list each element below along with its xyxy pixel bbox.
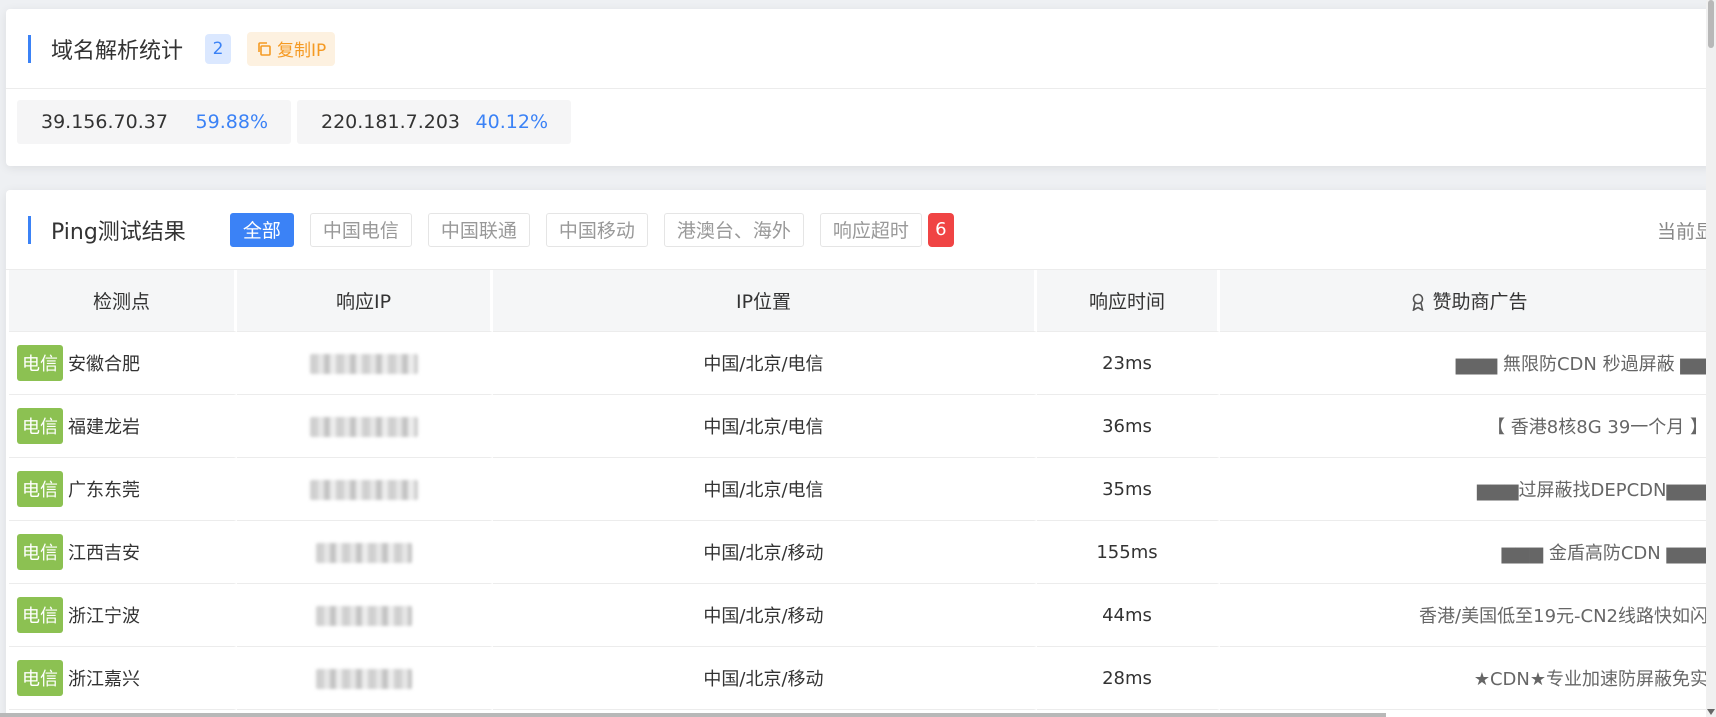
response-time-cell: 36ms <box>1037 395 1220 458</box>
node-cell: 电信 福建龙岩 <box>9 395 237 458</box>
node-cell: 电信 广东东莞 <box>9 458 237 521</box>
blurred-ip <box>309 353 418 374</box>
copy-ip-label: 复制IP <box>277 41 327 61</box>
node-cell: 电信 安徽合肥 <box>9 332 237 395</box>
ip-stat-item: 39.156.70.37 59.88% <box>17 100 291 144</box>
node-name: 广东东莞 <box>68 480 140 501</box>
tab-all[interactable]: 全部 <box>229 212 294 247</box>
sponsor-header-label: 赞助商广告 <box>1432 291 1528 313</box>
ping-results-header: Ping测试结果 全部 中国电信 中国联通 中国移动 港澳台、海外 响应超时 6… <box>6 190 1712 270</box>
copy-ip-button[interactable]: 复制IP <box>247 31 336 66</box>
node-cell: 电信 浙江宁波 <box>9 584 237 647</box>
header-accent-bar <box>28 215 31 244</box>
col-header-response-time: 响应时间 <box>1037 270 1220 332</box>
dns-stats-header: 域名解析统计 2 复制IP <box>6 9 1712 89</box>
ip-location-cell: 中国/北京/移动 <box>493 521 1037 584</box>
tab-timeout[interactable]: 响应超时 <box>819 212 922 247</box>
ip-location-cell: 中国/北京/电信 <box>493 395 1037 458</box>
sponsor-ad-link[interactable]: ★CDN★专业加速防屏蔽免实 <box>1220 647 1712 710</box>
response-ip-cell <box>237 647 493 710</box>
isp-tag: 电信 <box>17 471 63 507</box>
table-row: 电信 广东东莞 中国/北京/电信 35ms ▆▆▆过屏蔽找DEPCDN▆▆▆ <box>9 458 1712 521</box>
ip-stat-address: 39.156.70.37 <box>41 111 168 133</box>
copy-icon <box>258 41 271 56</box>
response-time-cell: 23ms <box>1037 332 1220 395</box>
isp-tag: 电信 <box>17 345 63 381</box>
award-icon <box>1412 293 1425 312</box>
response-ip-cell <box>237 332 493 395</box>
isp-tag: 电信 <box>17 597 63 633</box>
table-row: 电信 浙江嘉兴 中国/北京/移动 28ms ★CDN★专业加速防屏蔽免实 <box>9 647 1712 710</box>
timeout-count-badge: 6 <box>927 212 954 247</box>
tab-china-mobile[interactable]: 中国移动 <box>545 212 648 247</box>
response-ip-cell <box>237 521 493 584</box>
response-time-cell: 35ms <box>1037 458 1220 521</box>
dns-stats-title: 域名解析统计 <box>51 38 184 64</box>
ip-location-cell: 中国/北京/电信 <box>493 458 1037 521</box>
blurred-ip <box>309 479 418 500</box>
table-header-row: 检测点 响应IP IP位置 响应时间 赞助商广告 <box>9 270 1712 332</box>
ping-results-title: Ping测试结果 <box>51 219 186 245</box>
ping-results-table: 检测点 响应IP IP位置 响应时间 赞助商广告 电信 安徽合肥 中国/北京/电信… <box>9 270 1712 710</box>
response-ip-cell <box>237 395 493 458</box>
dns-count-badge: 2 <box>205 33 232 64</box>
response-time-cell: 155ms <box>1037 521 1220 584</box>
isp-tag: 电信 <box>17 534 63 570</box>
tab-china-telecom[interactable]: 中国电信 <box>309 212 412 247</box>
ip-stat-address: 220.181.7.203 <box>321 111 461 133</box>
blurred-ip <box>315 605 412 626</box>
col-header-response-ip: 响应IP <box>237 270 493 332</box>
response-ip-cell <box>237 584 493 647</box>
ip-location-cell: 中国/北京/移动 <box>493 647 1037 710</box>
vertical-scrollbar[interactable] <box>1706 0 1716 717</box>
node-name: 浙江嘉兴 <box>68 669 140 690</box>
response-time-cell: 44ms <box>1037 584 1220 647</box>
ip-stat-item: 220.181.7.203 40.12% <box>297 100 571 144</box>
node-cell: 电信 江西吉安 <box>9 521 237 584</box>
ip-stats-list: 39.156.70.37 59.88% 220.181.7.203 40.12% <box>6 89 1712 144</box>
node-cell: 电信 浙江嘉兴 <box>9 647 237 710</box>
sponsor-ad-link[interactable]: ▆▆▆ 無限防CDN 秒過屏蔽 ▆▆ <box>1220 332 1712 395</box>
blurred-ip <box>315 668 412 689</box>
ip-location-cell: 中国/北京/移动 <box>493 584 1037 647</box>
table-row: 电信 浙江宁波 中国/北京/移动 44ms 香港/美国低至19元-CN2线路快如闪 <box>9 584 1712 647</box>
col-header-node: 检测点 <box>9 270 237 332</box>
sponsor-ad-link[interactable]: ▆▆▆过屏蔽找DEPCDN▆▆▆ <box>1220 458 1712 521</box>
ping-results-card: Ping测试结果 全部 中国电信 中国联通 中国移动 港澳台、海外 响应超时 6… <box>6 190 1712 717</box>
blurred-ip <box>309 416 418 437</box>
vertical-scroll-thumb[interactable] <box>1708 0 1714 48</box>
table-row: 电信 福建龙岩 中国/北京/电信 36ms 【 香港8核8G 39一个月 】 <box>9 395 1712 458</box>
dns-stats-card: 域名解析统计 2 复制IP 39.156.70.37 59.88% 220.18… <box>6 9 1712 166</box>
tab-china-unicom[interactable]: 中国联通 <box>427 212 530 247</box>
sponsor-ad-link[interactable]: ▆▆▆ 金盾高防CDN ▆▆▆ <box>1220 521 1712 584</box>
isp-tag: 电信 <box>17 408 63 444</box>
sponsor-ad-link[interactable]: 香港/美国低至19元-CN2线路快如闪 <box>1220 584 1712 647</box>
col-header-sponsor: 赞助商广告 <box>1220 270 1712 332</box>
response-ip-cell <box>237 458 493 521</box>
node-name: 福建龙岩 <box>68 417 140 438</box>
ip-stat-percent: 59.88% <box>195 111 268 133</box>
horizontal-scrollbar[interactable] <box>0 713 1386 717</box>
isp-filter-tabs: 全部 中国电信 中国联通 中国移动 港澳台、海外 响应超时 6 <box>229 212 954 247</box>
current-display-label: 当前显 <box>1656 220 1712 243</box>
response-time-cell: 28ms <box>1037 647 1220 710</box>
header-accent-bar <box>28 34 31 63</box>
table-row: 电信 江西吉安 中国/北京/移动 155ms ▆▆▆ 金盾高防CDN ▆▆▆ <box>9 521 1712 584</box>
node-name: 江西吉安 <box>68 543 140 564</box>
table-row: 电信 安徽合肥 中国/北京/电信 23ms ▆▆▆ 無限防CDN 秒過屏蔽 ▆▆ <box>9 332 1712 395</box>
node-name: 浙江宁波 <box>68 606 140 627</box>
ip-location-cell: 中国/北京/电信 <box>493 332 1037 395</box>
col-header-ip-location: IP位置 <box>493 270 1037 332</box>
tab-hk-macao-taiwan-overseas[interactable]: 港澳台、海外 <box>663 212 804 247</box>
isp-tag: 电信 <box>17 660 63 696</box>
sponsor-ad-link[interactable]: 【 香港8核8G 39一个月 】 <box>1220 395 1712 458</box>
node-name: 安徽合肥 <box>68 354 140 375</box>
scroll-down-arrow-icon[interactable] <box>1707 709 1715 715</box>
ip-stat-percent: 40.12% <box>475 111 548 133</box>
blurred-ip <box>315 542 412 563</box>
